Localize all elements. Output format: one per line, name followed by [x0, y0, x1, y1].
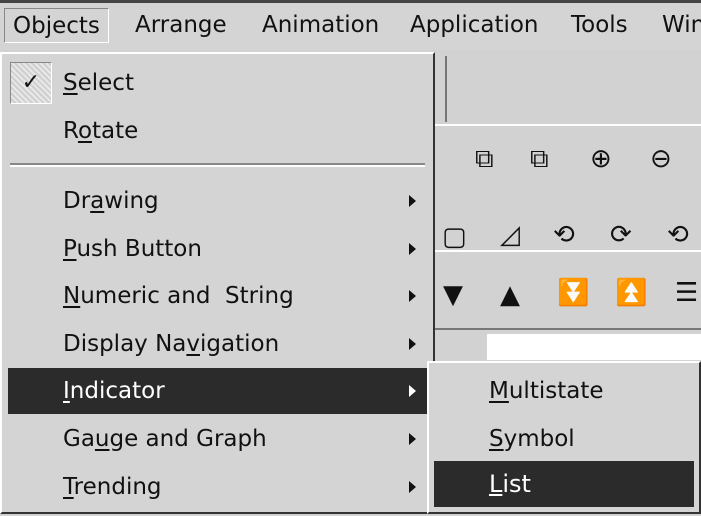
menu-item-label: Trending	[63, 474, 162, 500]
submenu-item-list-label: List	[489, 470, 531, 498]
submenu-item-list[interactable]: List	[434, 461, 694, 507]
menu-item-label: Numeric and String	[63, 283, 294, 309]
menu-item-drawing[interactable]: Drawing	[8, 178, 428, 224]
menu-item-label: Display Navigation	[63, 331, 280, 357]
menu-animation[interactable]: Animation	[262, 12, 379, 38]
menu-item-label: Rotate	[63, 118, 139, 144]
list-icon[interactable]: ☰	[675, 278, 698, 308]
menu-item-label: Select	[63, 70, 134, 96]
menu-item-label: Indicator	[63, 378, 165, 404]
submenu-arrow-icon	[409, 243, 416, 255]
menu-separator	[10, 163, 425, 167]
triangle-down-icon[interactable]: ▼	[443, 280, 463, 310]
submenu-arrow-icon	[409, 290, 416, 302]
submenu-item-symbol[interactable]: Symbol	[434, 416, 694, 462]
objects-menu: ✓ Select Rotate Drawing Push Button Nume…	[0, 52, 435, 514]
submenu-arrow-icon	[409, 195, 416, 207]
menu-item-numeric-string[interactable]: Numeric and String	[8, 273, 428, 319]
double-up-icon[interactable]: ⏫	[615, 278, 647, 308]
indicator-submenu: Multistate Symbol List	[427, 361, 701, 514]
menu-item-label: Multistate	[489, 378, 604, 404]
menu-item-trending[interactable]: Trending	[8, 464, 428, 510]
menu-window[interactable]: Win	[662, 12, 701, 38]
submenu-item-multistate[interactable]: Multistate	[434, 368, 694, 414]
loop-branch-icon[interactable]: ⟳	[610, 220, 632, 250]
menu-item-select[interactable]: ✓ Select	[8, 60, 428, 106]
menu-item-push-button[interactable]: Push Button	[8, 226, 428, 272]
menu-item-display-navigation[interactable]: Display Navigation	[8, 321, 428, 367]
triangle-up-icon[interactable]: ▲	[500, 280, 520, 310]
menu-item-indicator[interactable]: Indicator	[8, 368, 428, 414]
rounded-rectangle-icon[interactable]: ▢	[442, 222, 467, 252]
loop-target-icon[interactable]: ⟲	[667, 220, 689, 250]
menu-item-label: Drawing	[63, 188, 159, 214]
menu-tools[interactable]: Tools	[571, 12, 628, 38]
submenu-arrow-icon	[409, 433, 416, 445]
send-backward-icon[interactable]: ⧉	[530, 144, 549, 174]
submenu-arrow-icon	[409, 481, 416, 493]
menu-item-label: Gauge and Graph	[63, 426, 267, 452]
zoom-in-icon[interactable]: ⊕	[590, 144, 612, 174]
menu-arrange[interactable]: Arrange	[135, 12, 227, 38]
zoom-out-icon[interactable]: ⊖	[650, 144, 672, 174]
double-down-icon[interactable]: ⏬	[557, 278, 589, 308]
menu-objects[interactable]: Objects	[4, 8, 109, 43]
check-icon: ✓	[10, 62, 52, 104]
menu-item-label: Symbol	[489, 426, 575, 452]
menu-application[interactable]: Application	[410, 12, 539, 38]
loop-icon[interactable]: ⟲	[553, 220, 575, 250]
chord-icon[interactable]: ◿	[500, 220, 520, 250]
menu-bar: Objects Arrange Animation Application To…	[0, 0, 701, 50]
menu-item-gauge-graph[interactable]: Gauge and Graph	[8, 416, 428, 462]
bring-forward-icon[interactable]: ⧉	[475, 144, 494, 174]
text-field[interactable]	[487, 334, 701, 360]
menu-item-rotate[interactable]: Rotate	[8, 108, 428, 154]
menu-item-label: Push Button	[63, 236, 202, 262]
submenu-arrow-icon	[409, 385, 416, 397]
submenu-arrow-icon	[409, 338, 416, 350]
